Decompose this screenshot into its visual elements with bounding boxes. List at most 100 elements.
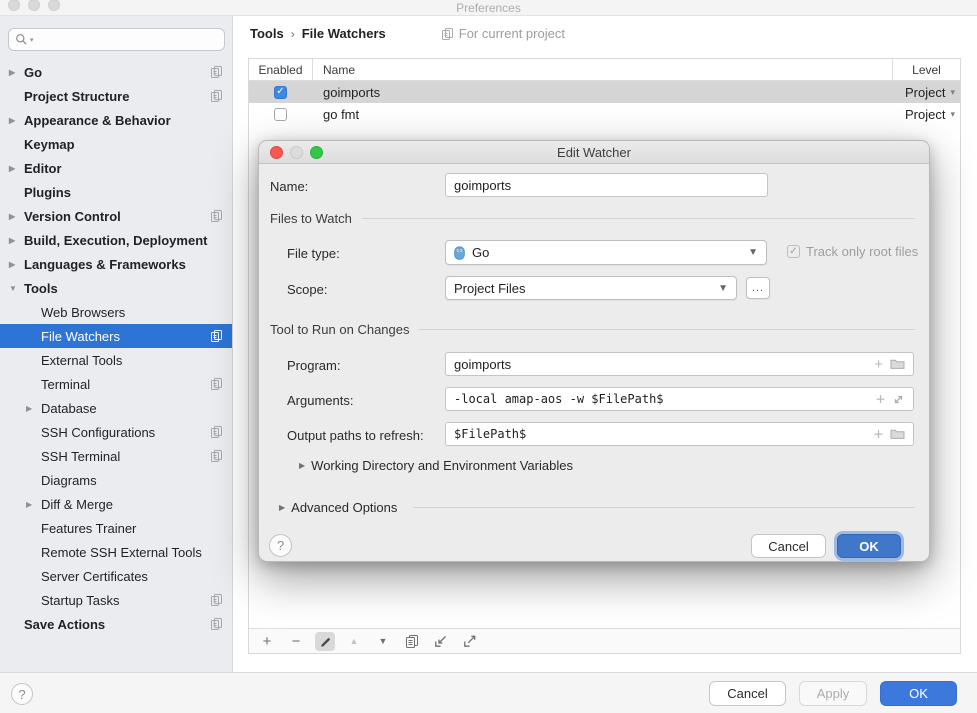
level-dropdown[interactable]: Project ▾ — [892, 107, 960, 122]
project-level-icon — [210, 617, 223, 630]
sidebar-item-ssh-configurations[interactable]: SSH Configurations — [0, 420, 232, 444]
chevron-down-icon: ▼ — [9, 284, 17, 293]
watcher-name: goimports — [313, 81, 892, 103]
dialog-titlebar: Edit Watcher — [259, 141, 929, 164]
dialog-minimize-button[interactable] — [290, 146, 303, 159]
chevron-right-icon: ▶ — [9, 116, 15, 125]
sidebar-item-plugins[interactable]: Plugins — [0, 180, 232, 204]
add-button[interactable]: + — [257, 632, 277, 651]
ok-button[interactable]: OK — [880, 681, 957, 706]
folder-icon[interactable] — [890, 358, 905, 370]
sidebar-item-editor[interactable]: ▶ Editor — [0, 156, 232, 180]
column-header-level[interactable]: Level — [892, 59, 960, 80]
folder-icon[interactable] — [890, 428, 905, 440]
search-icon — [15, 33, 28, 46]
sidebar-item-project-structure[interactable]: Project Structure — [0, 84, 232, 108]
sidebar-item-version-control[interactable]: ▶ Version Control — [0, 204, 232, 228]
expand-icon[interactable] — [892, 393, 905, 406]
sidebar-item-remote-ssh-external-tools[interactable]: Remote SSH External Tools — [0, 540, 232, 564]
watcher-name: go fmt — [313, 103, 892, 125]
chevron-right-icon: ▶ — [299, 461, 305, 470]
sidebar-item-go[interactable]: ▶ Go — [0, 60, 232, 84]
track-only-root-files-checkbox[interactable]: ✓ Track only root files — [787, 244, 918, 259]
table-row-go-fmt[interactable]: go fmt Project ▾ — [249, 103, 960, 125]
apply-button[interactable]: Apply — [799, 681, 867, 706]
breadcrumb-tools[interactable]: Tools — [250, 26, 284, 41]
scope-dropdown[interactable]: Project Files ▼ — [445, 276, 737, 300]
project-level-icon — [210, 377, 223, 390]
settings-nav: ▶ Go Project Structure ▶ Appearance & Be… — [0, 60, 232, 636]
scope-label: Scope: — [287, 282, 327, 297]
go-file-type-icon — [454, 246, 465, 260]
window-titlebar: Preferences — [0, 0, 977, 16]
sidebar-item-file-watchers[interactable]: File Watchers — [0, 324, 232, 348]
sidebar-item-tools[interactable]: ▼ Tools — [0, 276, 232, 300]
arguments-label: Arguments: — [287, 393, 353, 408]
dialog-cancel-button[interactable]: Cancel — [751, 534, 826, 558]
search-input[interactable]: ▾ — [8, 28, 225, 51]
project-level-icon — [210, 89, 223, 102]
sidebar-item-terminal[interactable]: Terminal — [0, 372, 232, 396]
sidebar-item-features-trainer[interactable]: Features Trainer — [0, 516, 232, 540]
sidebar-item-build-execution-deployment[interactable]: ▶ Build, Execution, Deployment — [0, 228, 232, 252]
scope-browse-button[interactable]: ... — [746, 277, 770, 299]
column-header-name[interactable]: Name — [313, 59, 892, 80]
edit-button[interactable] — [315, 632, 335, 651]
sidebar-item-server-certificates[interactable]: Server Certificates — [0, 564, 232, 588]
sidebar-item-save-actions[interactable]: Save Actions — [0, 612, 232, 636]
move-up-button[interactable]: ▲ — [344, 632, 364, 651]
sidebar-item-diff-merge[interactable]: ▶ Diff & Merge — [0, 492, 232, 516]
project-level-icon — [210, 329, 223, 342]
sidebar-item-external-tools[interactable]: External Tools — [0, 348, 232, 372]
enabled-checkbox[interactable]: ✓ — [274, 86, 287, 99]
section-divider — [362, 218, 915, 219]
working-directory-toggle[interactable]: ▶ Working Directory and Environment Vari… — [299, 458, 573, 473]
sidebar-item-languages-frameworks[interactable]: ▶ Languages & Frameworks — [0, 252, 232, 276]
sidebar-item-diagrams[interactable]: Diagrams — [0, 468, 232, 492]
output-paths-field[interactable]: $FilePath$ + — [445, 422, 914, 446]
project-level-icon — [210, 593, 223, 606]
search-options-caret-icon: ▾ — [30, 36, 34, 44]
project-level-icon — [210, 65, 223, 78]
advanced-options-toggle[interactable]: ▶ Advanced Options — [279, 500, 915, 515]
sidebar-item-appearance-behavior[interactable]: ▶ Appearance & Behavior — [0, 108, 232, 132]
dialog-close-button[interactable] — [270, 146, 283, 159]
program-label: Program: — [287, 358, 340, 373]
sidebar-item-startup-tasks[interactable]: Startup Tasks — [0, 588, 232, 612]
insert-macro-icon[interactable]: + — [876, 390, 885, 408]
import-button[interactable] — [431, 632, 451, 651]
sidebar-item-ssh-terminal[interactable]: SSH Terminal — [0, 444, 232, 468]
chevron-down-icon: ▾ — [950, 109, 955, 120]
enabled-checkbox[interactable] — [274, 108, 287, 121]
file-type-dropdown[interactable]: Go ▼ — [445, 240, 767, 265]
help-button[interactable]: ? — [11, 683, 33, 705]
insert-macro-icon[interactable]: + — [874, 356, 883, 373]
dialog-help-button[interactable]: ? — [269, 534, 292, 557]
move-down-button[interactable]: ▼ — [373, 632, 393, 651]
remove-button[interactable]: − — [286, 632, 306, 651]
export-button[interactable] — [460, 632, 480, 651]
dialog-ok-button[interactable]: OK — [837, 534, 901, 558]
column-header-enabled[interactable]: Enabled — [249, 59, 313, 80]
edit-watcher-dialog: Edit Watcher Name: goimports Files to Wa… — [258, 140, 930, 562]
import-icon — [434, 634, 448, 648]
chevron-right-icon: ▶ — [9, 164, 15, 173]
table-row-goimports[interactable]: ✓ goimports Project ▾ — [249, 81, 960, 103]
sidebar-item-keymap[interactable]: Keymap — [0, 132, 232, 156]
name-field[interactable]: goimports — [445, 173, 768, 197]
duplicate-button[interactable] — [402, 632, 422, 651]
project-level-icon — [210, 449, 223, 462]
arguments-field[interactable]: -local amap-aos -w $FilePath$ + — [445, 387, 914, 411]
sidebar-item-database[interactable]: ▶ Database — [0, 396, 232, 420]
name-label: Name: — [270, 179, 308, 194]
chevron-down-icon: ▾ — [950, 87, 955, 98]
program-field[interactable]: goimports + — [445, 352, 914, 376]
insert-macro-icon[interactable]: + — [874, 425, 883, 443]
level-dropdown[interactable]: Project ▾ — [892, 85, 960, 100]
dialog-zoom-button[interactable] — [310, 146, 323, 159]
settings-sidebar: ▾ ▶ Go Project Structure ▶ Appearance & … — [0, 16, 233, 672]
sidebar-item-web-browsers[interactable]: Web Browsers — [0, 300, 232, 324]
chevron-right-icon: ▶ — [9, 68, 15, 77]
cancel-button[interactable]: Cancel — [709, 681, 786, 706]
checkbox-icon: ✓ — [787, 245, 800, 258]
